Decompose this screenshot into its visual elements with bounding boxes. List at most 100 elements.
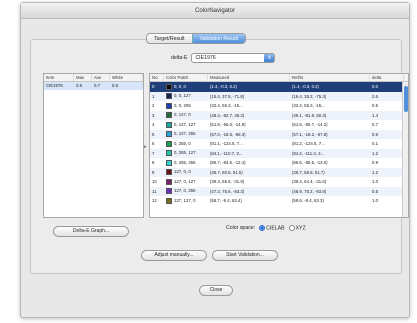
cell-no: 1 bbox=[152, 93, 155, 99]
col-delta[interactable]: delta bbox=[370, 74, 404, 81]
cell-no: 12 bbox=[152, 198, 157, 204]
color-swatch bbox=[166, 140, 172, 147]
patch-rgb: 0, 0, 127 bbox=[174, 93, 191, 99]
cell-delta: 1.2 bbox=[372, 169, 378, 175]
cell-delta: 2.6 bbox=[372, 93, 378, 99]
col-measured[interactable]: Measured bbox=[208, 74, 290, 81]
cell-measured: (39.3, 65.6, -31.8) bbox=[210, 179, 245, 185]
cell-no: 10 bbox=[152, 179, 157, 185]
cell-color-patch: 0, 0, 127 bbox=[164, 93, 208, 100]
cell-white: 0.6 bbox=[112, 83, 118, 88]
col-white[interactable]: White bbox=[110, 74, 143, 81]
color-swatch bbox=[166, 159, 172, 166]
color-space-group: Color space: CIELAB XYZ bbox=[226, 225, 306, 231]
cell-delta: 0.6 bbox=[372, 131, 378, 137]
table-row[interactable]: 4 0, 127, 127 (51.8, -56.0, -14.8) (51.6, -… bbox=[150, 120, 408, 130]
table-row[interactable]: 11 127, 0, 255 (47.3, 75.6, -93.3) (46.9, 7… bbox=[150, 186, 408, 196]
table-row[interactable]: 2 0, 0, 255 (32.4, 55.3, -16... (32.4, 55.3… bbox=[150, 101, 408, 111]
summary-table[interactable]: Item Max Ave White CIE1976 2.6 0.7 0.6 bbox=[43, 73, 144, 218]
cell-delta: 0.1 bbox=[372, 141, 378, 147]
tab-bar: Target/Result Validation Result bbox=[146, 33, 247, 44]
chevron-updown-icon: ⇕ bbox=[264, 54, 275, 62]
cell-ref: (57.1, -18.2, -67.8) bbox=[292, 131, 328, 137]
radio-xyz-label: XYZ bbox=[295, 225, 306, 232]
cell-measured: (86.7, -84.5, -12.4) bbox=[210, 160, 246, 166]
start-validation-button[interactable]: Start Validation... bbox=[212, 250, 278, 261]
color-swatch bbox=[166, 178, 172, 185]
patch-rgb: 0, 127, 127 bbox=[174, 121, 196, 127]
cell-measured: (35.7, 60.5, 51.5) bbox=[210, 169, 243, 175]
table-row[interactable]: CIE1976 2.6 0.7 0.6 bbox=[44, 82, 143, 90]
delta-e-row: delta-E CIE1976 ⇕ bbox=[171, 53, 276, 63]
table-row[interactable]: 3 0, 127, 0 (48.4, -82.7, 46.3) (49.1, -81.… bbox=[150, 110, 408, 120]
cell-measured: (32.4, 55.3, -16... bbox=[210, 103, 243, 109]
scrollbar-thumb[interactable] bbox=[404, 86, 408, 112]
table-row[interactable]: 12 127, 127, 0 (58.7, -9.4, 63.4) (58.6, -8… bbox=[150, 196, 408, 206]
cell-delta: 1.0 bbox=[372, 179, 378, 185]
cell-no: 11 bbox=[152, 188, 157, 194]
close-button[interactable]: Close bbox=[199, 285, 233, 296]
patch-rgb: 0, 255, 255 bbox=[174, 159, 196, 165]
col-color-patch[interactable]: Color Patch bbox=[164, 74, 208, 81]
color-space-label: Color space: bbox=[226, 225, 256, 232]
tab-validation-result[interactable]: Validation Result bbox=[191, 34, 246, 43]
delta-e-select[interactable]: CIE1976 ⇕ bbox=[191, 53, 276, 63]
delta-e-graph-button[interactable]: Delta-E Graph... bbox=[53, 226, 129, 237]
cell-measured: (48.4, -82.7, 46.3) bbox=[210, 112, 245, 118]
patch-rgb: 127, 127, 0 bbox=[174, 197, 196, 203]
cell-measured: (81.1, -124.5, 7... bbox=[210, 141, 243, 147]
cell-measured: (84.1, -110.7, 3... bbox=[210, 150, 243, 156]
cell-measured: (47.3, 75.6, -93.3) bbox=[210, 188, 245, 194]
radio-on-icon bbox=[259, 225, 266, 231]
patch-rgb: 127, 0, 0 bbox=[174, 169, 191, 175]
col-no[interactable]: No. bbox=[150, 74, 164, 81]
cell-color-patch: 0, 127, 0 bbox=[164, 112, 208, 119]
delta-e-selected-value: CIE1976 bbox=[195, 55, 216, 61]
col-ave[interactable]: Ave bbox=[92, 74, 110, 81]
patch-rgb: 0, 255, 127 bbox=[174, 150, 196, 156]
color-swatch bbox=[166, 121, 172, 128]
cell-ref: (81.2, -124.5, 7... bbox=[292, 141, 325, 147]
cell-measured: (1.4, -0.3, 0.2) bbox=[210, 84, 237, 90]
radio-xyz[interactable]: XYZ bbox=[288, 225, 306, 232]
adjust-manually-button[interactable]: Adjust manually... bbox=[141, 250, 207, 261]
cell-ref: (32.4, 55.3, -15... bbox=[292, 103, 325, 109]
patch-table[interactable]: No. Color Patch Measured Ref/Is delta 00… bbox=[149, 73, 409, 218]
color-swatch bbox=[166, 93, 172, 100]
cell-no: 9 bbox=[152, 169, 155, 175]
tab-target-result[interactable]: Target/Result bbox=[147, 34, 192, 43]
cell-ref: (86.6, -85.5, -13.0) bbox=[292, 160, 328, 166]
col-max[interactable]: Max bbox=[74, 74, 92, 81]
table-row[interactable]: 6 0, 255, 0 (81.1, -124.5, 7... (81.2, -124… bbox=[150, 139, 408, 149]
table-row[interactable]: 1 0, 0, 127 (15.4, 37.5, -71.8) (16.4, 35.2… bbox=[150, 91, 408, 101]
cell-color-patch: 127, 127, 0 bbox=[164, 197, 208, 204]
table-row[interactable]: 5 0, 127, 255 (57.0, -18.5, -68.3) (57.1, -… bbox=[150, 129, 408, 139]
cell-ref: (35.7, 58.9, 51.7) bbox=[292, 169, 325, 175]
cell-delta: 1.4 bbox=[372, 112, 378, 118]
cell-color-patch: 0, 127, 127 bbox=[164, 121, 208, 128]
col-item[interactable]: Item bbox=[44, 74, 74, 81]
cell-color-patch: 127, 0, 255 bbox=[164, 188, 208, 195]
cell-measured: (57.0, -18.5, -68.3) bbox=[210, 131, 246, 137]
col-ref[interactable]: Ref/Is bbox=[290, 74, 370, 81]
cell-ref: (46.9, 75.2, -93.8) bbox=[292, 188, 327, 194]
color-navigator-window: ColorNavigator Target/Result Validation … bbox=[20, 2, 410, 318]
patch-rows: 0 0, 0, 0 (1.4, -0.3, 0.2) (1.4, -0.3, 0.2)… bbox=[150, 82, 408, 206]
table-row[interactable]: 10 127, 0, 127 (39.3, 65.6, -31.8) (39.4, 6… bbox=[150, 177, 408, 187]
radio-off-icon bbox=[288, 225, 295, 231]
cell-ref: (84.2, -111.4, 3... bbox=[292, 150, 325, 156]
cell-no: 8 bbox=[152, 160, 155, 166]
patch-rgb: 0, 255, 0 bbox=[174, 140, 191, 146]
patch-rgb: 0, 127, 255 bbox=[174, 131, 196, 137]
table-row[interactable]: 9 127, 0, 0 (35.7, 60.5, 51.5) (35.7, 58.9,… bbox=[150, 167, 408, 177]
table-row[interactable]: 7 0, 255, 127 (84.1, -110.7, 3... (84.2, -1… bbox=[150, 148, 408, 158]
patch-table-scrollbar[interactable] bbox=[402, 82, 408, 217]
table-row[interactable]: 8 0, 255, 255 (86.7, -84.5, -12.4) (86.6, -… bbox=[150, 158, 408, 168]
cell-color-patch: 0, 0, 255 bbox=[164, 102, 208, 109]
radio-cielab[interactable]: CIELAB bbox=[259, 225, 285, 232]
cell-no: 5 bbox=[152, 131, 155, 137]
cell-delta: 1.0 bbox=[372, 198, 378, 204]
cell-color-patch: 0, 0, 0 bbox=[164, 83, 208, 90]
radio-cielab-label: CIELAB bbox=[266, 225, 285, 232]
table-row[interactable]: 0 0, 0, 0 (1.4, -0.3, 0.2) (1.4, -0.3, 0.2)… bbox=[150, 82, 408, 92]
